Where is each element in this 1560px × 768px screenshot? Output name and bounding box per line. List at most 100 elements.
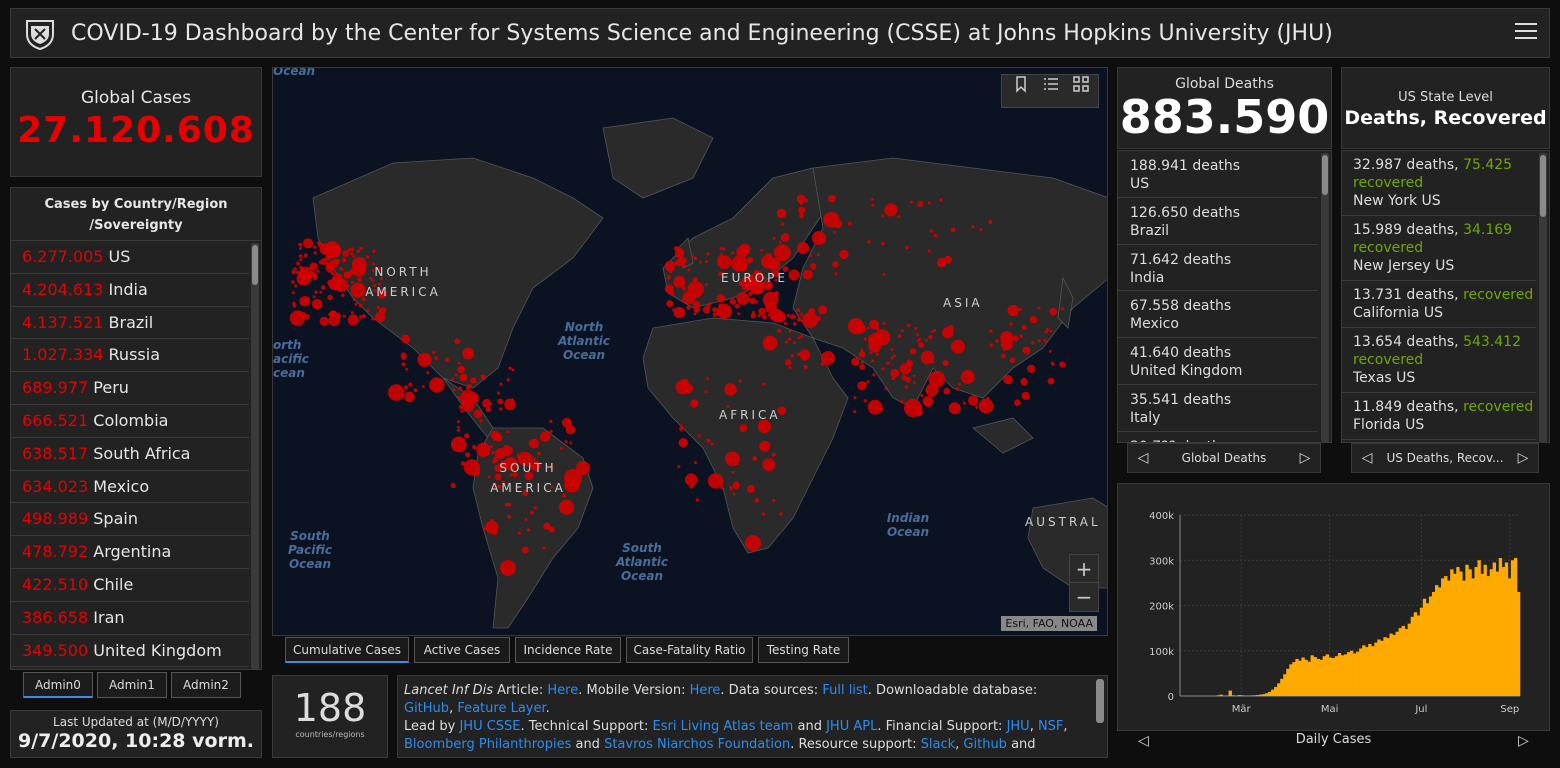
case-bubble[interactable] xyxy=(860,361,864,365)
case-bubble[interactable] xyxy=(734,303,740,309)
country-row[interactable]: 4.204.613 India xyxy=(11,274,249,307)
case-bubble[interactable] xyxy=(739,424,748,432)
case-bubble[interactable] xyxy=(672,308,676,312)
case-bubble[interactable] xyxy=(359,246,363,250)
case-bubble[interactable] xyxy=(918,337,922,341)
case-bubble[interactable] xyxy=(298,242,303,247)
case-bubble[interactable] xyxy=(492,437,496,441)
case-bubble[interactable] xyxy=(828,194,836,203)
country-row[interactable]: 422.510 Chile xyxy=(11,569,249,602)
case-bubble[interactable] xyxy=(473,409,483,419)
case-bubble[interactable] xyxy=(292,304,297,308)
case-bubble[interactable] xyxy=(341,293,345,297)
case-bubble[interactable] xyxy=(451,377,455,381)
case-bubble[interactable] xyxy=(1060,307,1064,311)
case-bubble[interactable] xyxy=(788,269,800,281)
case-bubble[interactable] xyxy=(1046,327,1050,331)
case-bubble[interactable] xyxy=(564,440,568,443)
case-bubble[interactable] xyxy=(459,373,468,382)
case-bubble[interactable] xyxy=(401,334,411,344)
case-bubble[interactable] xyxy=(717,255,732,269)
info-link[interactable]: Feature Layer xyxy=(457,701,545,716)
case-bubble[interactable] xyxy=(537,451,541,456)
case-bubble[interactable] xyxy=(719,247,723,251)
case-bubble[interactable] xyxy=(312,300,316,304)
case-bubble[interactable] xyxy=(802,356,807,361)
case-bubble[interactable] xyxy=(318,260,323,265)
death-row[interactable]: 67.558 deaths Mexico xyxy=(1118,291,1318,339)
country-row[interactable]: 349.500 United Kingdom xyxy=(11,635,249,668)
case-bubble[interactable] xyxy=(304,314,310,320)
case-bubble[interactable] xyxy=(913,327,917,330)
case-bubble[interactable] xyxy=(697,434,701,438)
case-bubble[interactable] xyxy=(913,381,916,385)
case-bubble[interactable] xyxy=(811,231,827,246)
case-bubble[interactable] xyxy=(467,392,479,404)
info-link[interactable]: JHU CSSE xyxy=(459,719,520,734)
case-bubble[interactable] xyxy=(357,283,362,288)
case-bubble[interactable] xyxy=(871,359,875,363)
case-bubble[interactable] xyxy=(666,300,674,308)
case-bubble[interactable] xyxy=(549,419,553,424)
case-bubble[interactable] xyxy=(332,310,336,314)
case-bubble[interactable] xyxy=(722,247,726,251)
case-bubble[interactable] xyxy=(366,255,370,259)
case-bubble[interactable] xyxy=(754,498,759,503)
case-bubble[interactable] xyxy=(450,482,456,488)
case-bubble[interactable] xyxy=(464,452,470,458)
case-bubble[interactable] xyxy=(739,297,743,301)
death-row[interactable]: 71.642 deaths India xyxy=(1118,245,1318,292)
case-bubble[interactable] xyxy=(863,337,867,341)
case-bubble[interactable] xyxy=(933,233,938,238)
case-bubble[interactable] xyxy=(890,347,894,351)
case-bubble[interactable] xyxy=(1027,364,1036,373)
case-bubble[interactable] xyxy=(499,382,503,386)
case-bubble[interactable] xyxy=(808,308,816,315)
grid-icon[interactable] xyxy=(1072,75,1090,93)
case-bubble[interactable] xyxy=(989,343,994,347)
case-bubble[interactable] xyxy=(762,291,779,308)
case-bubble[interactable] xyxy=(1037,306,1041,310)
case-bubble[interactable] xyxy=(341,257,347,263)
case-bubble[interactable] xyxy=(897,215,901,219)
case-bubble[interactable] xyxy=(350,252,354,256)
zoom-out-button[interactable]: − xyxy=(1070,583,1098,611)
country-row[interactable]: 1.027.334 Russia xyxy=(11,339,249,373)
case-bubble[interactable] xyxy=(731,470,735,474)
case-bubble[interactable] xyxy=(497,391,501,395)
case-bubble[interactable] xyxy=(774,244,791,262)
case-bubble[interactable] xyxy=(562,417,572,428)
case-bubble[interactable] xyxy=(539,431,551,443)
case-bubble[interactable] xyxy=(785,340,789,344)
case-bubble[interactable] xyxy=(678,438,688,448)
info-link[interactable]: Bloomberg Philanthropies xyxy=(404,737,571,752)
case-bubble[interactable] xyxy=(809,254,813,257)
case-bubble[interactable] xyxy=(869,351,873,355)
case-bubble[interactable] xyxy=(1021,391,1030,400)
case-bubble[interactable] xyxy=(351,280,354,284)
case-bubble[interactable] xyxy=(762,314,767,320)
case-bubble[interactable] xyxy=(457,361,461,365)
death-row[interactable]: 30.7?? deaths xyxy=(1118,432,1318,442)
country-row[interactable]: 4.137.521 Brazil xyxy=(11,307,249,340)
case-bubble[interactable] xyxy=(746,256,754,264)
case-bubble[interactable] xyxy=(312,295,316,299)
case-bubble[interactable] xyxy=(356,249,361,254)
country-row[interactable]: 666.521 Colombia xyxy=(11,405,249,438)
case-bubble[interactable] xyxy=(772,236,776,240)
case-bubble[interactable] xyxy=(706,438,711,443)
case-bubble[interactable] xyxy=(408,382,413,387)
case-bubble[interactable] xyxy=(823,211,840,228)
case-bubble[interactable] xyxy=(342,250,349,257)
case-bubble[interactable] xyxy=(1049,329,1053,333)
case-bubble[interactable] xyxy=(529,510,534,515)
case-bubble[interactable] xyxy=(683,383,693,394)
case-bubble[interactable] xyxy=(682,291,696,305)
case-bubble[interactable] xyxy=(771,498,776,503)
case-bubble[interactable] xyxy=(839,249,849,260)
case-bubble[interactable] xyxy=(854,322,866,334)
case-bubble[interactable] xyxy=(303,238,313,249)
tab-cumulative-cases[interactable]: Cumulative Cases xyxy=(285,637,409,663)
case-bubble[interactable] xyxy=(462,347,474,360)
case-bubble[interactable] xyxy=(559,499,575,515)
